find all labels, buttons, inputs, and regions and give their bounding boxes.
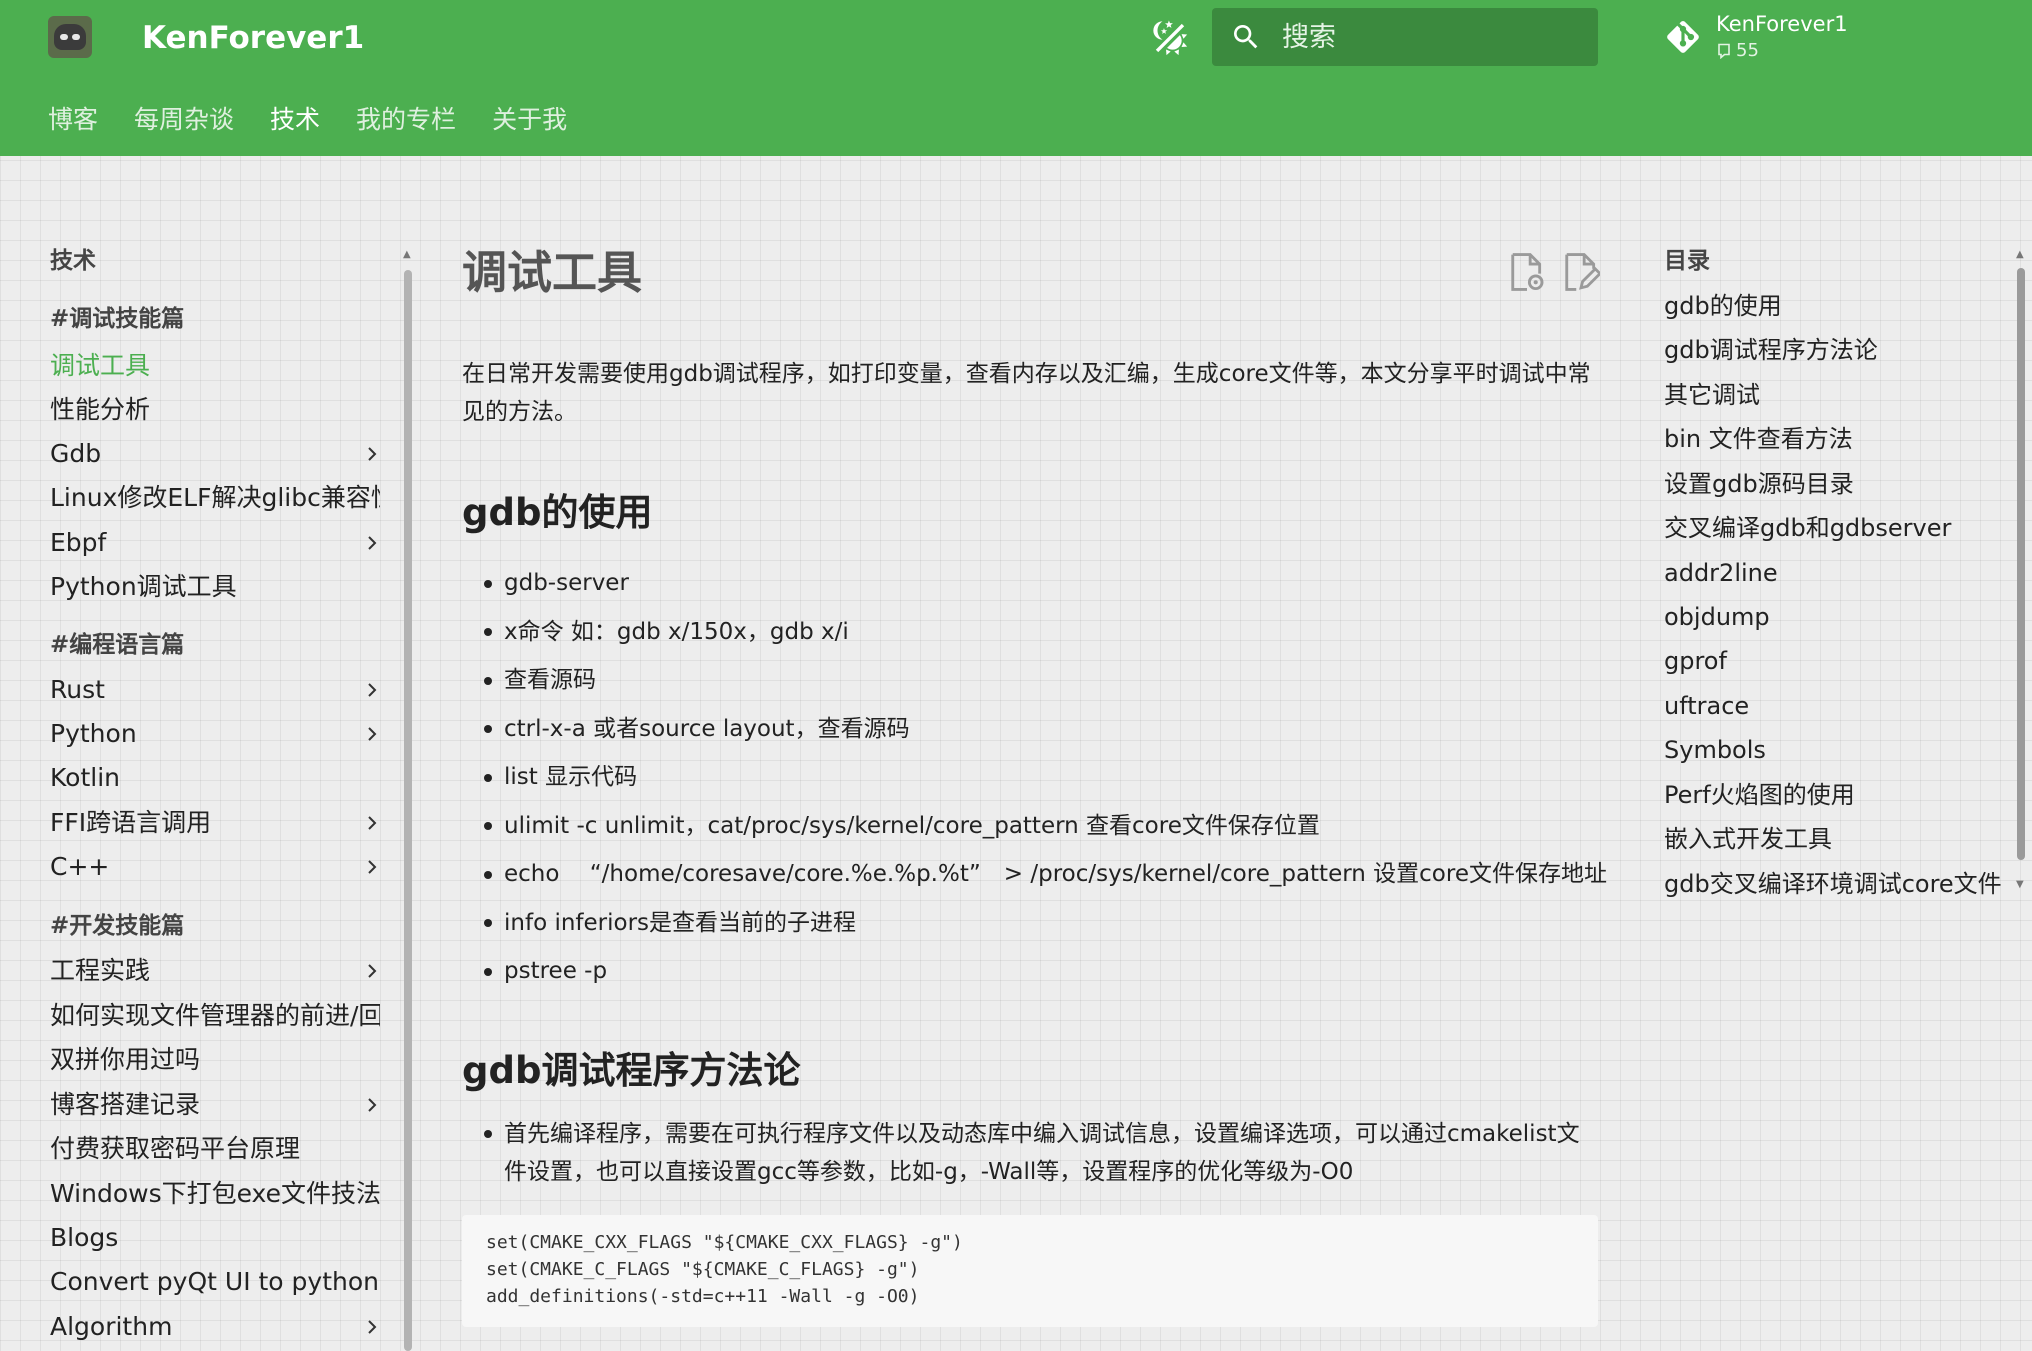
toc-item[interactable]: Symbols: [1664, 728, 1766, 772]
sidebar-item[interactable]: Ebpf: [50, 521, 380, 565]
toc-item[interactable]: addr2line: [1664, 551, 1778, 595]
sidebar-item[interactable]: Gdb: [50, 432, 380, 476]
sidebar-item[interactable]: 调试工具: [50, 344, 380, 388]
code-line: set(CMAKE_C_FLAGS "${CMAKE_C_FLAGS} -g"): [486, 1259, 920, 1280]
chevron-right-icon[interactable]: [364, 815, 380, 831]
section-heading: gdb的使用: [462, 491, 653, 534]
bullet-list: gdb-server x命令 如：gdb x/150x，gdb x/i 查看源码…: [482, 559, 1607, 996]
view-source-icon[interactable]: [1508, 251, 1546, 293]
list-item: 首先编译程序，需要在可执行程序文件以及动态库中编入调试信息，设置编译选项，可以通…: [482, 1115, 1592, 1191]
list-item: info inferiors是查看当前的子进程: [482, 899, 1607, 947]
sidebar-item[interactable]: Python调试工具: [50, 565, 380, 609]
chevron-right-icon[interactable]: [364, 859, 380, 875]
list-item: ulimit -c unlimit，cat/proc/sys/kernel/co…: [482, 802, 1607, 850]
top-nav: 博客 每周杂谈 技术 我的专栏 关于我: [48, 96, 567, 144]
toc-item[interactable]: gdb交叉编译环境调试core文件: [1664, 862, 2002, 906]
sidebar: 技术 #调试技能篇 调试工具 性能分析 Gdb Linux修改ELF解决glib…: [0, 235, 420, 1351]
sidebar-item[interactable]: 性能分析: [50, 388, 380, 432]
nav-weekly[interactable]: 每周杂谈: [134, 96, 234, 144]
star-icon: [1718, 43, 1730, 59]
sidebar-item[interactable]: C++: [50, 845, 380, 889]
chevron-right-icon[interactable]: [364, 1097, 380, 1113]
sidebar-item[interactable]: FFI跨语言调用: [50, 801, 380, 845]
git-repo-icon[interactable]: [1664, 18, 1702, 56]
sidebar-scrollbar[interactable]: [404, 270, 412, 1351]
nav-tech[interactable]: 技术: [270, 96, 320, 144]
repo-count: 55: [1736, 40, 1759, 61]
sidebar-item[interactable]: 付费获取密码平台原理: [50, 1127, 380, 1171]
repo-stat: 55: [1716, 38, 1759, 64]
nav-column[interactable]: 我的专栏: [356, 96, 456, 144]
code-line: set(CMAKE_CXX_FLAGS "${CMAKE_CXX_FLAGS} …: [486, 1232, 963, 1253]
search-box[interactable]: [1212, 8, 1598, 66]
sidebar-item[interactable]: Convert pyQt UI to python: [50, 1260, 380, 1304]
sidebar-item[interactable]: 博客搭建记录: [50, 1083, 380, 1127]
sidebar-item[interactable]: Kotlin: [50, 756, 380, 800]
toc-item[interactable]: gprof: [1664, 639, 1727, 683]
site-title[interactable]: KenForever1: [142, 16, 364, 60]
toc-scroll-down-arrow[interactable]: ▼: [2016, 880, 2026, 890]
sidebar-item[interactable]: 如何实现文件管理器的前进/回...: [50, 994, 380, 1038]
intro-paragraph: 在日常开发需要使用gdb调试程序，如打印变量，查看内存以及汇编，生成core文件…: [462, 361, 1591, 425]
sidebar-scroll-up-arrow[interactable]: ▲: [403, 250, 413, 260]
nav-about[interactable]: 关于我: [492, 96, 567, 144]
code-block[interactable]: set(CMAKE_CXX_FLAGS "${CMAKE_CXX_FLAGS} …: [462, 1215, 1598, 1327]
list-item: echo “/home/coresave/core.%e.%p.%t” > /p…: [482, 850, 1607, 899]
list-item: ctrl-x-a 或者source layout，查看源码: [482, 705, 1607, 753]
sidebar-item[interactable]: 双拼你用过吗: [50, 1038, 380, 1082]
chevron-right-icon[interactable]: [364, 1319, 380, 1335]
sidebar-section-heading: #开发技能篇: [50, 913, 185, 939]
code-line: add_definitions(-std=c++11 -Wall -g -O0): [486, 1286, 920, 1307]
toc-item[interactable]: 其它调试: [1664, 373, 1760, 417]
toc-item[interactable]: gdb调试程序方法论: [1664, 328, 1878, 372]
list-item: 查看源码: [482, 656, 1607, 705]
nav-blog[interactable]: 博客: [48, 96, 98, 144]
toc-item[interactable]: gdb的使用: [1664, 284, 1782, 328]
site-logo[interactable]: [48, 16, 92, 58]
list-item: pstree -p: [482, 947, 1607, 996]
toc-item[interactable]: 嵌入式开发工具: [1664, 817, 1832, 861]
search-icon: [1234, 25, 1258, 49]
sidebar-item[interactable]: Rust: [50, 668, 380, 712]
sidebar-item[interactable]: Windows下打包exe文件技法: [50, 1172, 380, 1216]
search-input[interactable]: [1282, 16, 1582, 58]
theme-toggle-icon[interactable]: [1150, 18, 1190, 58]
sidebar-section-heading: #调试技能篇: [50, 306, 185, 332]
list-item: list 显示代码: [482, 753, 1607, 802]
edit-page-icon[interactable]: [1562, 251, 1600, 293]
toc-item[interactable]: uftrace: [1664, 684, 1749, 728]
chevron-right-icon[interactable]: [364, 682, 380, 698]
chevron-right-icon[interactable]: [364, 535, 380, 551]
repo-name[interactable]: KenForever1: [1716, 10, 1848, 38]
logo-face-shape: [54, 24, 86, 50]
sidebar-section-heading: #编程语言篇: [50, 632, 185, 658]
toc-scroll-up-arrow[interactable]: ▲: [2016, 250, 2026, 260]
section-heading: gdb调试程序方法论: [462, 1049, 801, 1092]
toc-scrollbar[interactable]: [2017, 268, 2025, 860]
sidebar-title: 技术: [50, 248, 96, 274]
sidebar-item[interactable]: Algorithm: [50, 1305, 380, 1349]
sidebar-item[interactable]: Linux修改ELF解决glibc兼容性...: [50, 476, 380, 520]
toc-item[interactable]: 设置gdb源码目录: [1664, 462, 1854, 506]
toc-item[interactable]: objdump: [1664, 595, 1770, 639]
list-item: x命令 如：gdb x/150x，gdb x/i: [482, 608, 1607, 656]
chevron-right-icon[interactable]: [364, 446, 380, 462]
chevron-right-icon[interactable]: [364, 963, 380, 979]
sidebar-item[interactable]: Python: [50, 712, 380, 756]
toc-title: 目录: [1664, 248, 1710, 274]
sidebar-item[interactable]: 工程实践: [50, 949, 380, 993]
page-title: 调试工具: [462, 246, 643, 299]
toc-item[interactable]: bin 文件查看方法: [1664, 417, 1853, 461]
bullet-list: 首先编译程序，需要在可执行程序文件以及动态库中编入调试信息，设置编译选项，可以通…: [482, 1115, 1592, 1191]
chevron-right-icon[interactable]: [364, 726, 380, 742]
sidebar-item[interactable]: Blogs: [50, 1216, 380, 1260]
toc-item[interactable]: 交叉编译gdb和gdbserver: [1664, 506, 1951, 550]
list-item: gdb-server: [482, 559, 1607, 608]
toc-item[interactable]: Perf火焰图的使用: [1664, 773, 1855, 817]
header: KenForever1 KenForever1 55 博客 每周杂谈 技术 我的…: [0, 0, 2032, 156]
